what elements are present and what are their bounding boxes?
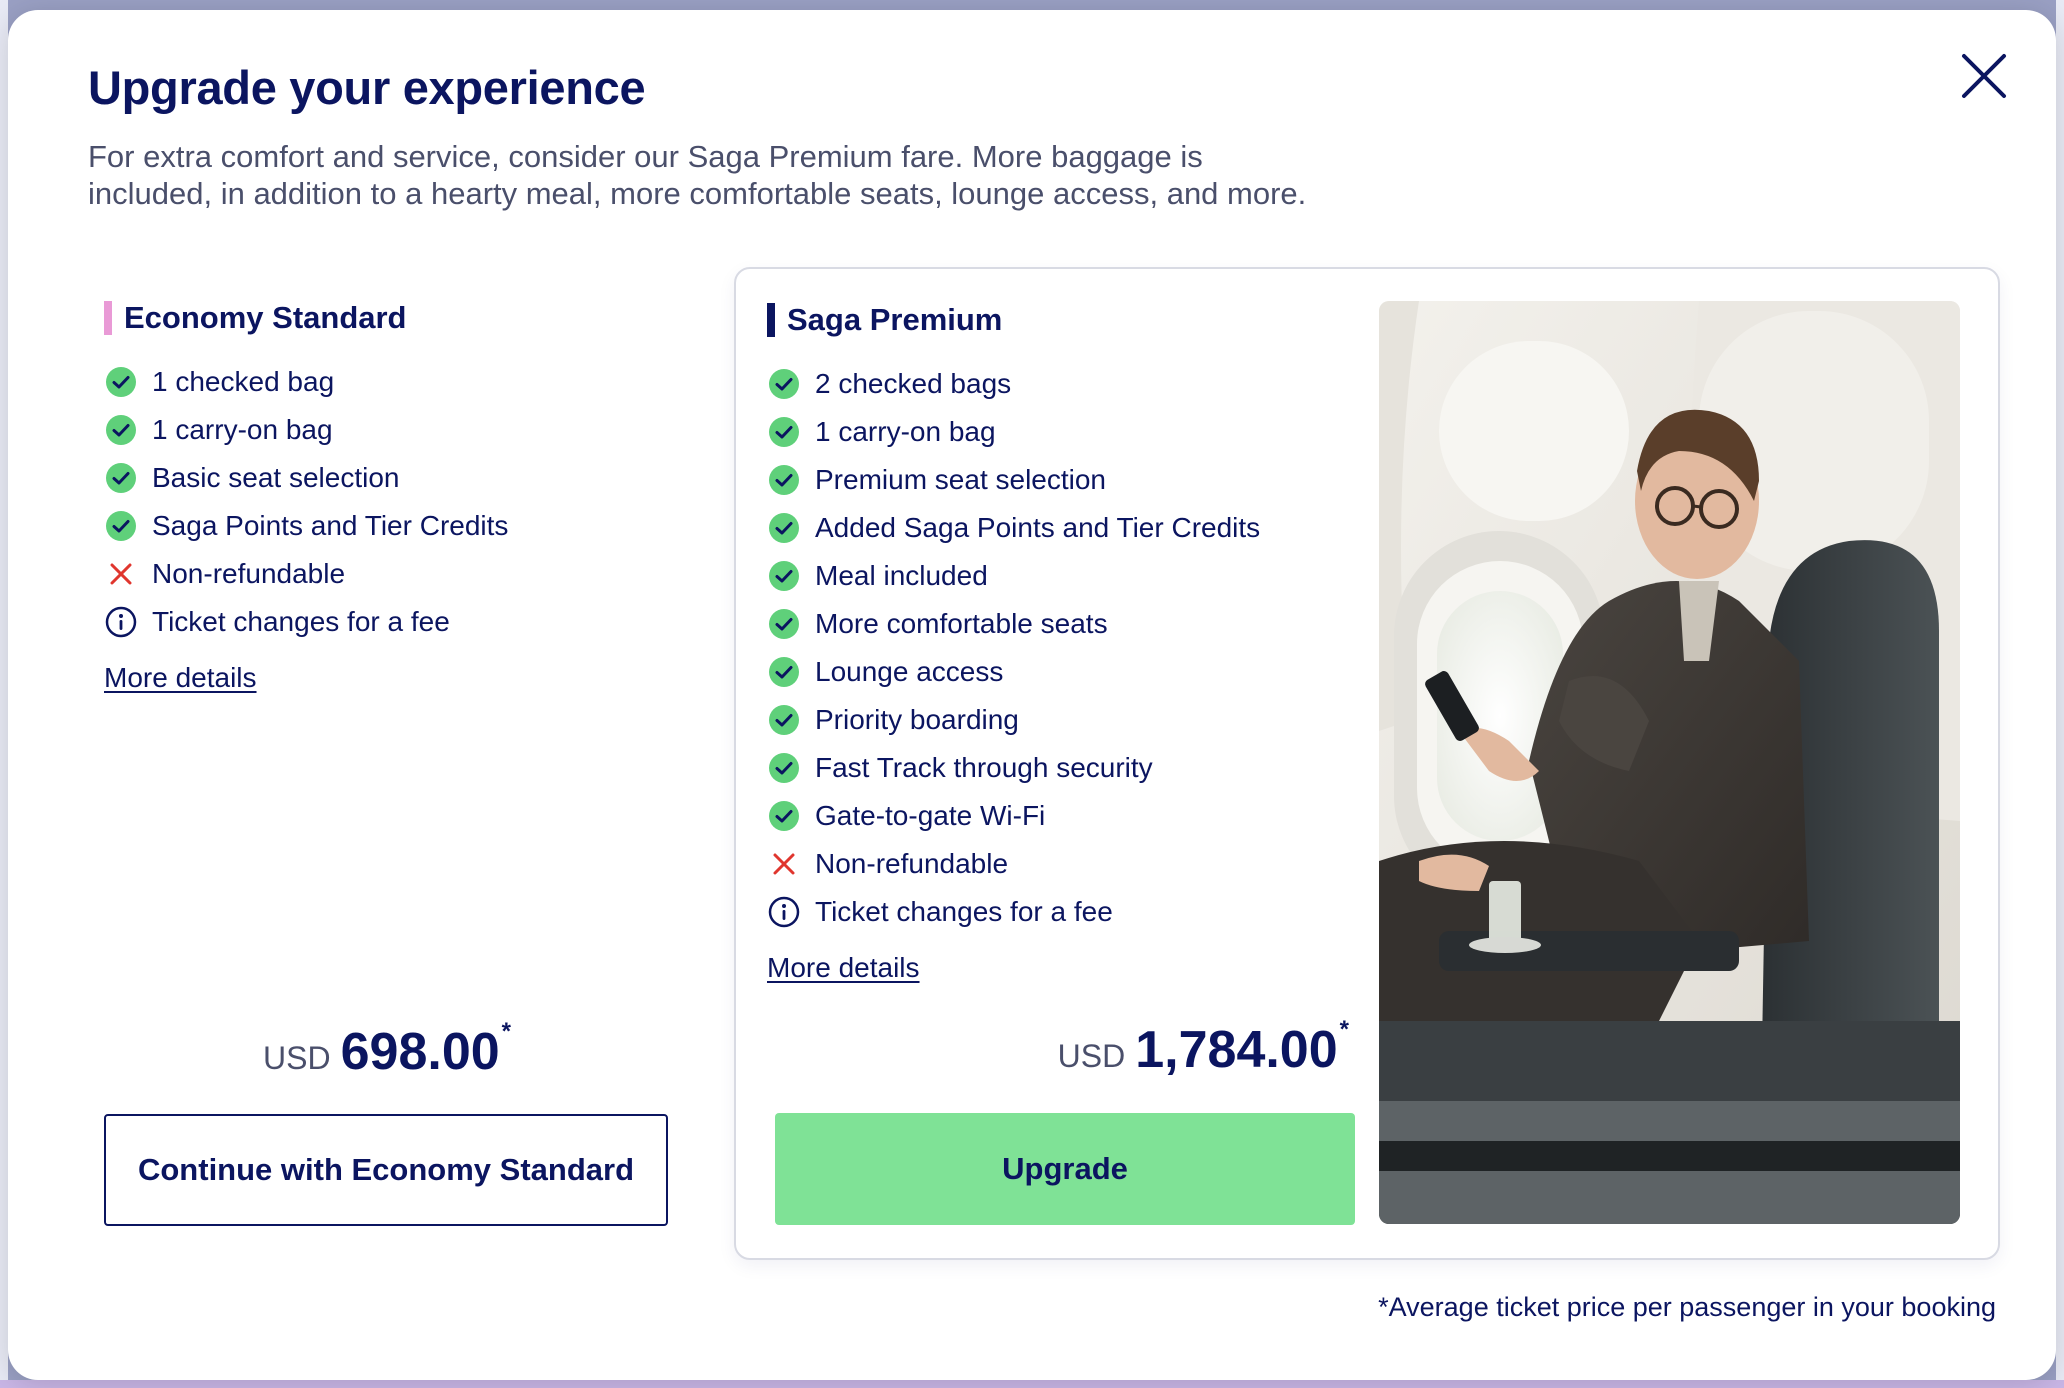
feature-item: Added Saga Points and Tier Credits xyxy=(767,504,1367,552)
feature-label: Ticket changes for a fee xyxy=(152,606,450,637)
photo-illustration xyxy=(1379,301,1960,1224)
price-footnote-marker: * xyxy=(501,1018,511,1045)
background-page-edge xyxy=(0,1380,2064,1388)
modal-subtitle: For extra comfort and service, consider … xyxy=(88,138,1388,212)
feature-label: Meal included xyxy=(815,560,988,591)
feature-label: 1 carry-on bag xyxy=(815,416,996,447)
economy-accent-bar xyxy=(104,301,112,335)
economy-more-details-link[interactable]: More details xyxy=(104,662,257,694)
feature-item: Saga Points and Tier Credits xyxy=(104,502,664,550)
continue-economy-button[interactable]: Continue with Economy Standard xyxy=(104,1114,668,1226)
feature-item: Lounge access xyxy=(767,648,1367,696)
premium-currency: USD xyxy=(1057,1038,1126,1074)
feature-item: 1 carry-on bag xyxy=(767,408,1367,456)
premium-title: Saga Premium xyxy=(767,302,1367,338)
economy-currency: USD xyxy=(263,1040,331,1076)
economy-price-value: 698.00 xyxy=(340,1023,500,1081)
feature-label: Ticket changes for a fee xyxy=(815,896,1113,927)
background-page-edge xyxy=(2056,0,2064,1388)
cross-icon xyxy=(767,847,801,881)
premium-fare-column: Saga Premium 2 checked bags 1 carry-on ba… xyxy=(767,302,1367,984)
price-footnote-marker: * xyxy=(1339,1016,1349,1043)
economy-title-text: Economy Standard xyxy=(124,300,407,335)
feature-label: 1 carry-on bag xyxy=(152,414,333,445)
feature-item: Non-refundable xyxy=(104,550,664,598)
economy-price: USD 698.00* xyxy=(263,1018,511,1082)
check-icon xyxy=(767,799,801,833)
cross-icon xyxy=(104,557,138,591)
check-icon xyxy=(767,463,801,497)
check-icon xyxy=(767,511,801,545)
check-icon xyxy=(104,461,138,495)
background-page-edge xyxy=(0,0,8,1388)
premium-more-details-link[interactable]: More details xyxy=(767,952,920,984)
check-icon xyxy=(767,655,801,689)
feature-label: 2 checked bags xyxy=(815,368,1012,399)
feature-label: Gate-to-gate Wi-Fi xyxy=(815,800,1046,831)
check-icon xyxy=(104,413,138,447)
info-icon xyxy=(767,895,801,929)
economy-fare-column: Economy Standard 1 checked bag 1 carry-on… xyxy=(104,300,664,694)
economy-title: Economy Standard xyxy=(104,300,664,336)
check-icon xyxy=(767,751,801,785)
upgrade-modal: Upgrade your experience For extra comfor… xyxy=(8,10,2056,1380)
premium-feature-list: 2 checked bags 1 carry-on bag Premium seat… xyxy=(767,360,1367,936)
premium-title-text: Saga Premium xyxy=(787,302,1003,337)
premium-accent-bar xyxy=(767,303,775,337)
feature-item: 1 carry-on bag xyxy=(104,406,664,454)
premium-price: USD 1,784.00* xyxy=(1057,1016,1349,1080)
close-icon xyxy=(1962,54,2006,98)
feature-item: Priority boarding xyxy=(767,696,1367,744)
feature-item: Gate-to-gate Wi-Fi xyxy=(767,792,1367,840)
premium-price-value: 1,784.00 xyxy=(1135,1021,1338,1079)
modal-title: Upgrade your experience xyxy=(88,61,646,114)
check-icon xyxy=(104,365,138,399)
check-icon xyxy=(767,367,801,401)
check-icon xyxy=(767,607,801,641)
feature-item: 2 checked bags xyxy=(767,360,1367,408)
feature-label: Non-refundable xyxy=(815,848,1009,879)
upgrade-button[interactable]: Upgrade xyxy=(775,1113,1355,1225)
feature-item: Premium seat selection xyxy=(767,456,1367,504)
feature-label: Premium seat selection xyxy=(815,464,1107,495)
feature-item: 1 checked bag xyxy=(104,358,664,406)
check-icon xyxy=(767,703,801,737)
info-icon xyxy=(104,605,138,639)
feature-label: Lounge access xyxy=(815,656,1004,687)
feature-item: Meal included xyxy=(767,552,1367,600)
feature-label: Fast Track through security xyxy=(815,752,1153,783)
feature-label: Saga Points and Tier Credits xyxy=(152,510,509,541)
feature-label: More comfortable seats xyxy=(815,608,1108,639)
check-icon xyxy=(767,559,801,593)
feature-item: More comfortable seats xyxy=(767,600,1367,648)
economy-feature-list: 1 checked bag 1 carry-on bag Basic seat se… xyxy=(104,358,664,646)
subtitle-line: included, in addition to a hearty meal, … xyxy=(88,176,1307,211)
check-icon xyxy=(104,509,138,543)
price-footnote: *Average ticket price per passenger in y… xyxy=(1378,1292,1996,1322)
feature-item: Ticket changes for a fee xyxy=(104,598,664,646)
feature-label: Priority boarding xyxy=(815,704,1019,735)
close-button[interactable] xyxy=(1956,48,2012,104)
feature-item: Basic seat selection xyxy=(104,454,664,502)
feature-label: Basic seat selection xyxy=(152,462,400,493)
subtitle-line: For extra comfort and service, consider … xyxy=(88,139,1203,174)
feature-label: Added Saga Points and Tier Credits xyxy=(815,512,1261,543)
feature-label: 1 checked bag xyxy=(152,366,335,397)
check-icon xyxy=(767,415,801,449)
feature-item: Non-refundable xyxy=(767,840,1367,888)
feature-item: Ticket changes for a fee xyxy=(767,888,1367,936)
feature-item: Fast Track through security xyxy=(767,744,1367,792)
passenger-in-premium-seat-photo xyxy=(1379,301,1960,1224)
feature-label: Non-refundable xyxy=(152,558,346,589)
